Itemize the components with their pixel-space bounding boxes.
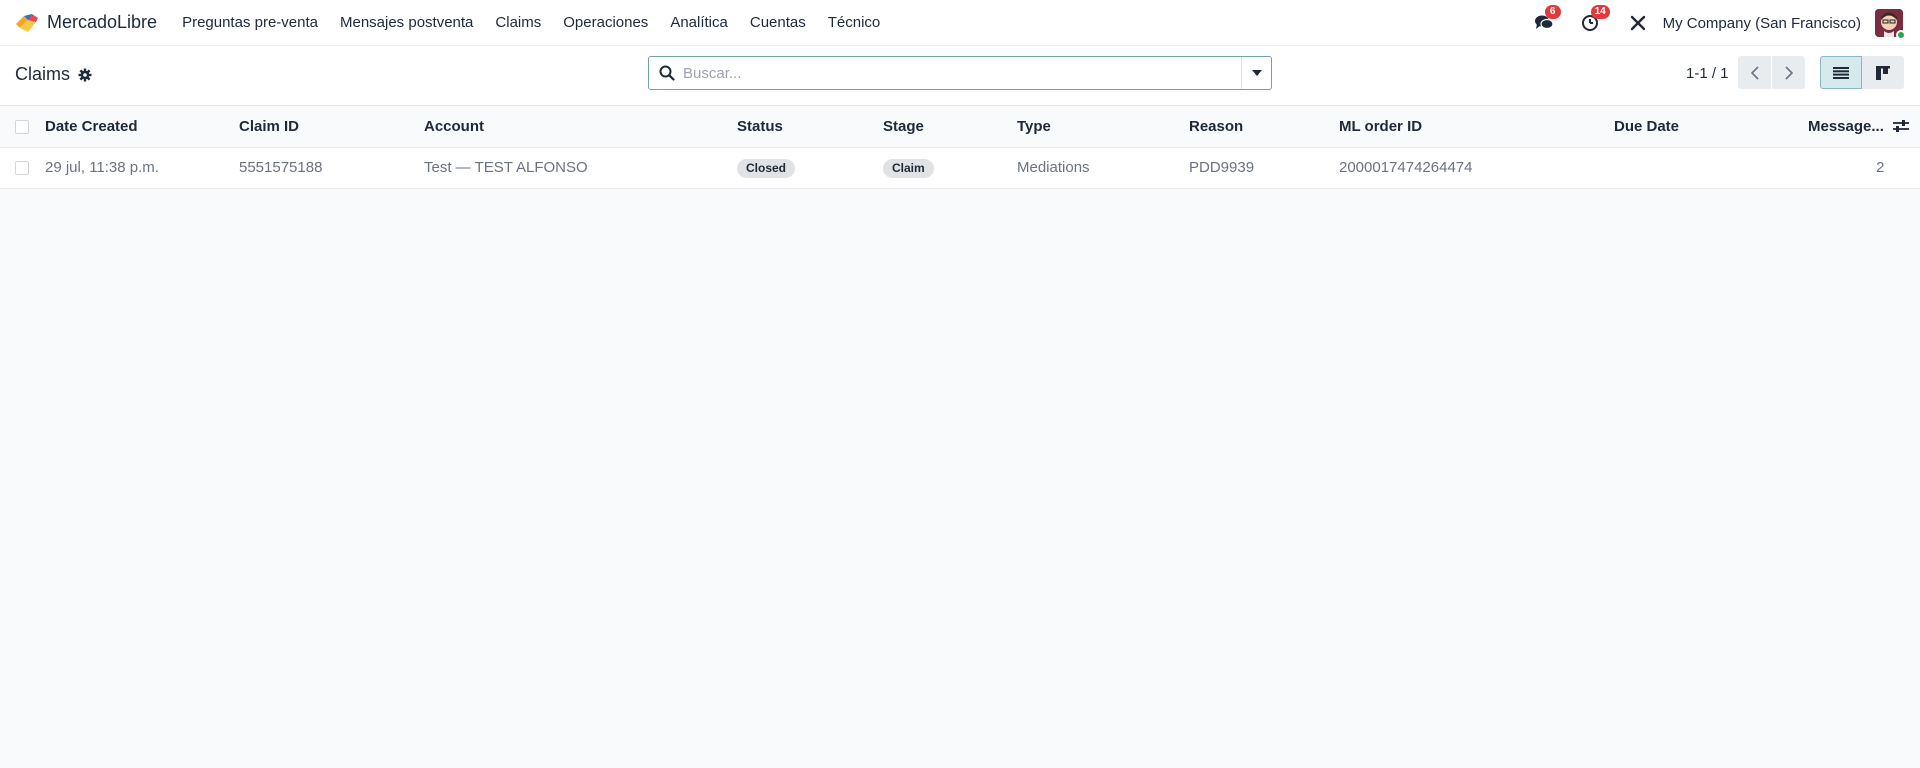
chevron-left-icon (1750, 65, 1759, 80)
breadcrumb: Claims (15, 64, 92, 85)
column-date-created[interactable]: Date Created (45, 107, 138, 147)
menu-cuentas[interactable]: Cuentas (739, 14, 817, 31)
row-select-checkbox[interactable] (15, 161, 29, 175)
brand[interactable]: MercadoLibre (14, 12, 171, 34)
optional-columns-toggle[interactable] (1893, 119, 1909, 133)
kanban-view-icon (1876, 65, 1890, 80)
avatar[interactable] (1875, 9, 1906, 40)
column-messages[interactable]: Message... (1808, 107, 1884, 147)
cell-ml-order-id: 2000017474264474 (1339, 159, 1473, 176)
view-switcher (1820, 56, 1904, 89)
table-header-row: Date Created Claim ID Account Status Sta… (0, 107, 1920, 148)
online-status-dot (1896, 30, 1906, 40)
debug-button[interactable] (1627, 12, 1649, 34)
cell-messages: 2 (1876, 159, 1885, 176)
cell-account: Test — TEST ALFONSO (424, 159, 588, 176)
column-reason[interactable]: Reason (1189, 107, 1243, 147)
pager-next-button[interactable] (1772, 56, 1805, 89)
activities-badge: 14 (1590, 5, 1610, 19)
list-view-button[interactable] (1820, 56, 1862, 89)
stage-badge: Claim (883, 158, 934, 178)
brand-name: MercadoLibre (47, 12, 158, 32)
page-title: Claims (15, 64, 71, 84)
claims-table: Date Created Claim ID Account Status Sta… (0, 107, 1920, 189)
search-input[interactable] (683, 58, 1241, 88)
search-options-toggle[interactable] (1241, 57, 1271, 89)
menu-operaciones[interactable]: Operaciones (552, 14, 659, 31)
column-claim-id[interactable]: Claim ID (239, 107, 299, 147)
column-due-date[interactable]: Due Date (1614, 107, 1679, 147)
tools-icon (1630, 15, 1645, 31)
list-view-icon (1833, 66, 1849, 79)
search-icon (659, 65, 675, 81)
cell-reason: PDD9939 (1189, 159, 1255, 176)
cell-date-created: 29 jul, 11:38 p.m. (45, 159, 159, 176)
cell-status: Closed (737, 148, 796, 188)
messages-button[interactable]: 6 (1533, 5, 1561, 34)
kanban-view-button[interactable] (1862, 56, 1904, 89)
mercadolibre-logo-icon (16, 13, 38, 32)
cell-claim-id: 5551575188 (239, 159, 323, 176)
chevron-right-icon (1784, 65, 1793, 80)
column-status[interactable]: Status (737, 107, 783, 147)
select-all-checkbox[interactable] (15, 120, 29, 134)
menu-tecnico[interactable]: Técnico (817, 14, 892, 31)
menu-preguntas-pre-venta[interactable]: Preguntas pre-venta (171, 14, 329, 31)
column-ml-order-id[interactable]: ML order ID (1339, 107, 1422, 147)
pager-value[interactable]: 1-1 / 1 (1686, 65, 1729, 82)
pager-buttons (1738, 56, 1805, 89)
column-type[interactable]: Type (1017, 107, 1051, 147)
status-badge: Closed (737, 158, 796, 178)
activities-button[interactable]: 14 (1579, 5, 1610, 34)
column-stage[interactable]: Stage (883, 107, 924, 147)
menu-mensajes-postventa[interactable]: Mensajes postventa (329, 14, 484, 31)
cell-type: Mediations (1017, 159, 1090, 176)
menu-claims[interactable]: Claims (484, 14, 552, 31)
menu-analitica[interactable]: Analítica (659, 14, 739, 31)
gear-icon[interactable] (78, 68, 92, 82)
company-switcher[interactable]: My Company (San Francisco) (1663, 15, 1861, 32)
caret-down-icon (1251, 70, 1262, 76)
sliders-icon (1893, 120, 1909, 132)
cell-stage: Claim (883, 148, 934, 188)
top-navbar: MercadoLibre Preguntas pre-venta Mensaje… (0, 0, 1920, 46)
column-account[interactable]: Account (424, 107, 484, 147)
table-row[interactable]: 29 jul, 11:38 p.m. 5551575188 Test — TES… (0, 148, 1920, 189)
pager-previous-button[interactable] (1738, 56, 1771, 89)
control-panel: Claims Buscar... 1-1 / 1 (0, 46, 1920, 106)
search-bar (648, 56, 1272, 90)
messages-badge: 6 (1544, 5, 1561, 19)
